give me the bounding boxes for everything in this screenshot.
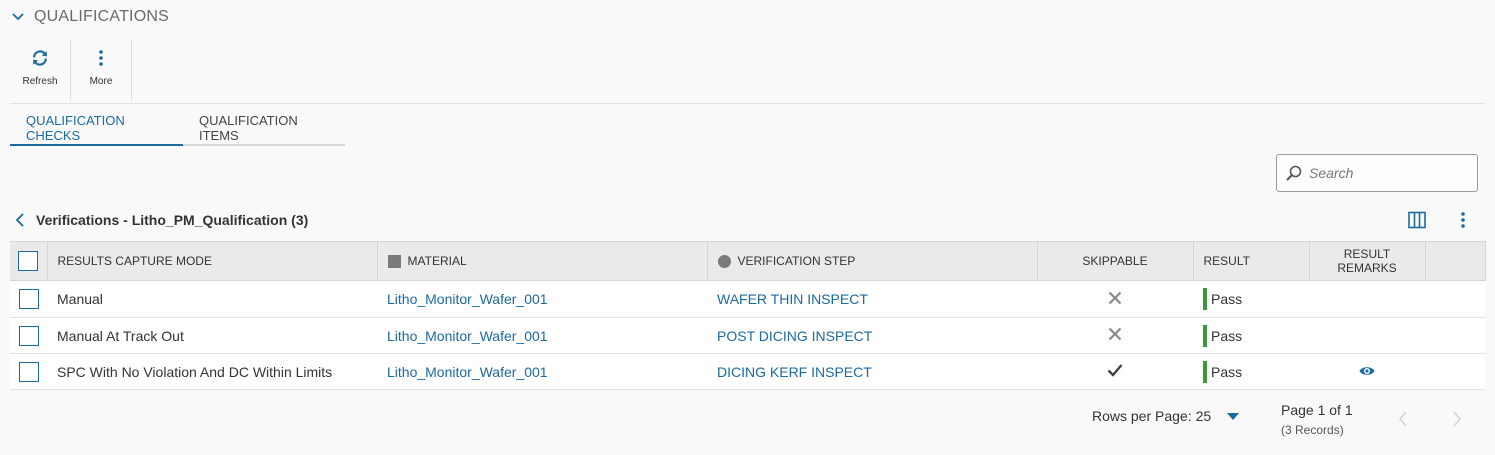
material-icon — [387, 255, 401, 269]
select-all-checkbox[interactable] — [18, 251, 39, 271]
more-button[interactable]: More — [71, 40, 132, 100]
table-row[interactable]: Manual Litho_Monitor_Wafer_001 WAFER THI… — [10, 280, 1485, 318]
column-header-empty — [1425, 241, 1486, 281]
cell-remarks — [1309, 317, 1425, 354]
more-label: More — [89, 76, 113, 87]
step-icon — [717, 255, 731, 269]
search-input[interactable] — [1309, 165, 1469, 181]
cell-skippable — [1037, 280, 1193, 318]
chevron-left-icon[interactable] — [14, 212, 26, 228]
chevron-down-icon — [12, 13, 24, 21]
page-info: Page 1 of 1 (3 Records) — [1281, 402, 1353, 437]
list-actions — [1407, 210, 1473, 230]
tab-qualification-items[interactable]: QUALIFICATION ITEMS — [183, 112, 345, 146]
cell-material: Litho_Monitor_Wafer_001 — [377, 353, 707, 390]
column-label: SKIPPABLE — [1082, 254, 1148, 268]
toolbar-divider — [10, 103, 1485, 104]
column-header-result[interactable]: RESULT — [1193, 241, 1310, 281]
cell-remarks — [1309, 353, 1425, 390]
select-cell — [10, 353, 47, 390]
row-checkbox[interactable] — [18, 361, 39, 382]
close-icon — [1108, 291, 1122, 304]
toolbar: Refresh More — [10, 40, 132, 100]
rows-per-page-value: 25 — [1195, 408, 1212, 424]
cell-empty — [1425, 280, 1485, 318]
cell-step: POST DICING INSPECT — [707, 317, 1037, 354]
cell-mode: SPC With No Violation And DC Within Limi… — [47, 353, 377, 390]
column-header-material[interactable]: MATERIAL — [377, 241, 708, 281]
cell-empty — [1425, 317, 1485, 354]
refresh-label: Refresh — [22, 76, 58, 87]
column-label: RESULT REMARKS — [1337, 247, 1397, 275]
column-header-remarks[interactable]: RESULT REMARKS — [1309, 241, 1426, 281]
more-vertical-icon[interactable] — [1453, 210, 1473, 230]
cell-mode: Manual — [47, 280, 377, 318]
refresh-icon — [30, 48, 50, 68]
result-pass: Pass — [1203, 288, 1242, 310]
column-label: RESULT — [1203, 254, 1250, 268]
column-header-step[interactable]: VERIFICATION STEP — [707, 241, 1038, 281]
rows-per-page-select[interactable]: Rows per Page: 25 — [1092, 408, 1240, 424]
column-label: RESULTS CAPTURE MODE — [57, 254, 212, 268]
step-link[interactable]: DICING KERF INSPECT — [717, 364, 872, 380]
section-title: QUALIFICATIONS — [34, 8, 169, 25]
cell-skippable — [1037, 317, 1193, 354]
cell-result: Pass — [1193, 280, 1309, 318]
material-link[interactable]: Litho_Monitor_Wafer_001 — [387, 328, 548, 344]
column-label: VERIFICATION STEP — [737, 253, 856, 268]
records-label: (3 Records) — [1281, 423, 1344, 437]
select-cell — [10, 280, 47, 318]
cell-material: Litho_Monitor_Wafer_001 — [377, 280, 707, 318]
rows-per-page-label: Rows per Page: — [1092, 408, 1192, 424]
result-pass: Pass — [1203, 324, 1242, 347]
close-icon — [1108, 327, 1122, 341]
cell-empty — [1425, 353, 1485, 390]
column-label: MATERIAL — [407, 253, 467, 268]
row-checkbox[interactable] — [18, 289, 39, 309]
material-link[interactable]: Litho_Monitor_Wafer_001 — [387, 291, 548, 307]
column-header-skippable[interactable]: SKIPPABLE — [1037, 241, 1194, 281]
cell-step: DICING KERF INSPECT — [707, 353, 1037, 390]
columns-icon[interactable] — [1407, 210, 1427, 230]
eye-icon[interactable] — [1359, 365, 1375, 377]
list-header: Verifications - Litho_PM_Qualification (… — [14, 209, 308, 231]
more-vertical-icon — [91, 48, 111, 68]
cell-material: Litho_Monitor_Wafer_001 — [377, 317, 707, 354]
page-label: Page 1 of 1 — [1281, 402, 1353, 418]
tab-qualification-checks[interactable]: QUALIFICATION CHECKS — [10, 112, 183, 146]
step-link[interactable]: POST DICING INSPECT — [717, 328, 872, 344]
pagination: Rows per Page: 25 Page 1 of 1 (3 Records) — [0, 400, 1495, 440]
column-header-mode[interactable]: RESULTS CAPTURE MODE — [47, 241, 378, 281]
table-row[interactable]: SPC With No Violation And DC Within Limi… — [10, 353, 1485, 390]
cell-mode: Manual At Track Out — [47, 317, 377, 354]
step-link[interactable]: WAFER THIN INSPECT — [717, 291, 868, 307]
refresh-button[interactable]: Refresh — [10, 40, 71, 100]
table-row[interactable]: Manual At Track Out Litho_Monitor_Wafer_… — [10, 317, 1485, 354]
chevron-left-icon[interactable] — [1396, 410, 1410, 428]
chevron-right-icon[interactable] — [1450, 410, 1464, 428]
result-pass: Pass — [1203, 360, 1242, 383]
search-box[interactable] — [1276, 154, 1478, 192]
search-icon — [1286, 165, 1302, 181]
cell-result: Pass — [1193, 317, 1309, 354]
header-select-cell — [10, 241, 48, 281]
cell-step: WAFER THIN INSPECT — [707, 280, 1037, 318]
caret-down-icon — [1227, 412, 1240, 420]
cell-result: Pass — [1193, 353, 1309, 390]
row-checkbox[interactable] — [18, 325, 39, 346]
table-header-row: RESULTS CAPTURE MODE MATERIAL VERIFICATI… — [10, 241, 1486, 281]
list-title: Verifications - Litho_PM_Qualification (… — [36, 212, 309, 228]
material-link[interactable]: Litho_Monitor_Wafer_001 — [387, 364, 548, 380]
select-cell — [10, 317, 47, 354]
cell-remarks — [1309, 280, 1425, 318]
check-icon — [1107, 364, 1123, 377]
tab-bar: QUALIFICATION CHECKS QUALIFICATION ITEMS — [10, 112, 345, 146]
section-header-qualifications[interactable]: QUALIFICATIONS — [10, 5, 169, 29]
cell-skippable — [1037, 353, 1193, 390]
verifications-table: RESULTS CAPTURE MODE MATERIAL VERIFICATI… — [10, 241, 1486, 390]
